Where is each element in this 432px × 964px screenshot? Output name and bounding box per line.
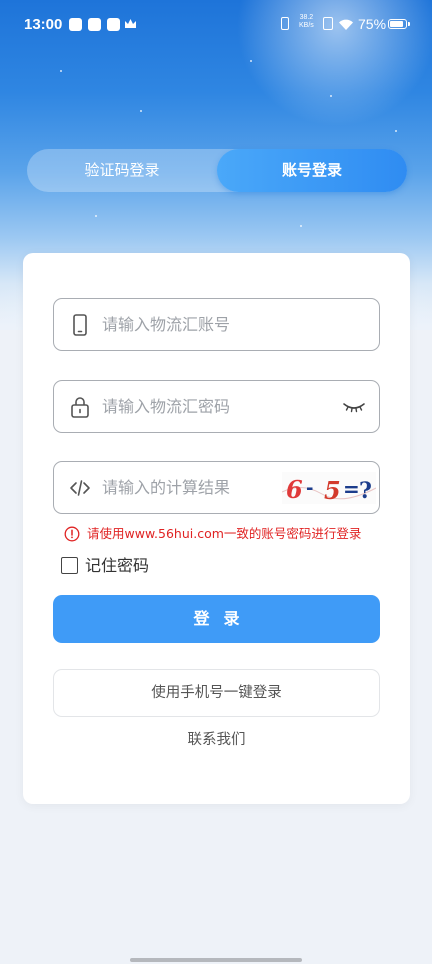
- phone-quick-login-button[interactable]: 使用手机号一键登录: [53, 669, 380, 717]
- star: [60, 70, 62, 72]
- warning-text: 请使用www.56hui.com一致的账号密码进行登录: [87, 526, 362, 541]
- star: [250, 60, 252, 62]
- lock-icon: [71, 397, 89, 418]
- vibrate-icon: [281, 17, 289, 30]
- tab-sms-login[interactable]: 验证码登录: [27, 149, 217, 192]
- status-time: 13:00: [24, 16, 63, 33]
- network-speed-value: 38.2: [299, 14, 314, 21]
- account-field[interactable]: [53, 298, 380, 351]
- star: [300, 225, 302, 227]
- star: [395, 130, 397, 132]
- star: [140, 110, 142, 112]
- login-card: 6 - 5 = ? 请使用www.56hui.com一致的账号密码进行登录 记住…: [23, 253, 410, 804]
- battery-icon: [388, 19, 407, 29]
- eye-closed-icon[interactable]: [342, 397, 366, 417]
- warning-circle-icon: [64, 526, 80, 542]
- network-speed-unit: KB/s: [299, 22, 314, 29]
- remember-checkbox[interactable]: [61, 557, 78, 574]
- status-bar: 13:00 38.2 KB/s 75%: [0, 0, 432, 52]
- login-warning: 请使用www.56hui.com一致的账号密码进行登录: [64, 525, 404, 543]
- login-button[interactable]: 登录: [53, 595, 380, 643]
- home-indicator[interactable]: [130, 958, 302, 962]
- captcha-image[interactable]: 6 - 5 = ?: [281, 472, 377, 505]
- captcha-char: -: [306, 478, 313, 499]
- captcha-char: 6: [286, 475, 303, 504]
- password-field[interactable]: [53, 380, 380, 433]
- star: [330, 95, 332, 97]
- battery-percent: 75%: [358, 16, 387, 32]
- battery-tip: [408, 22, 410, 26]
- star: [95, 215, 97, 217]
- contact-us-link[interactable]: 联系我们: [23, 728, 410, 749]
- captcha-char: 5: [324, 476, 341, 504]
- captcha-field[interactable]: 6 - 5 = ?: [53, 461, 380, 514]
- tab-account-login[interactable]: 账号登录: [217, 149, 407, 192]
- captcha-char: =: [343, 477, 360, 501]
- captcha-graphic: 6 - 5 = ?: [281, 475, 377, 505]
- password-input[interactable]: [102, 381, 332, 432]
- sim-icon: [323, 17, 333, 30]
- network-speed: 38.2 KB/s: [299, 14, 314, 30]
- mail-notification-icon: [88, 18, 101, 31]
- phone-icon: [73, 314, 87, 336]
- account-input[interactable]: [102, 299, 332, 350]
- login-mode-tabs: 验证码登录 账号登录: [27, 149, 407, 192]
- captcha-char: ?: [359, 478, 372, 504]
- crown-icon: [125, 19, 136, 28]
- tiktok-notification-icon: [69, 18, 82, 31]
- remember-label: 记住密码: [85, 556, 150, 575]
- wifi-icon: [339, 19, 353, 30]
- app-notification-icon: [107, 18, 120, 31]
- code-icon: [70, 480, 90, 496]
